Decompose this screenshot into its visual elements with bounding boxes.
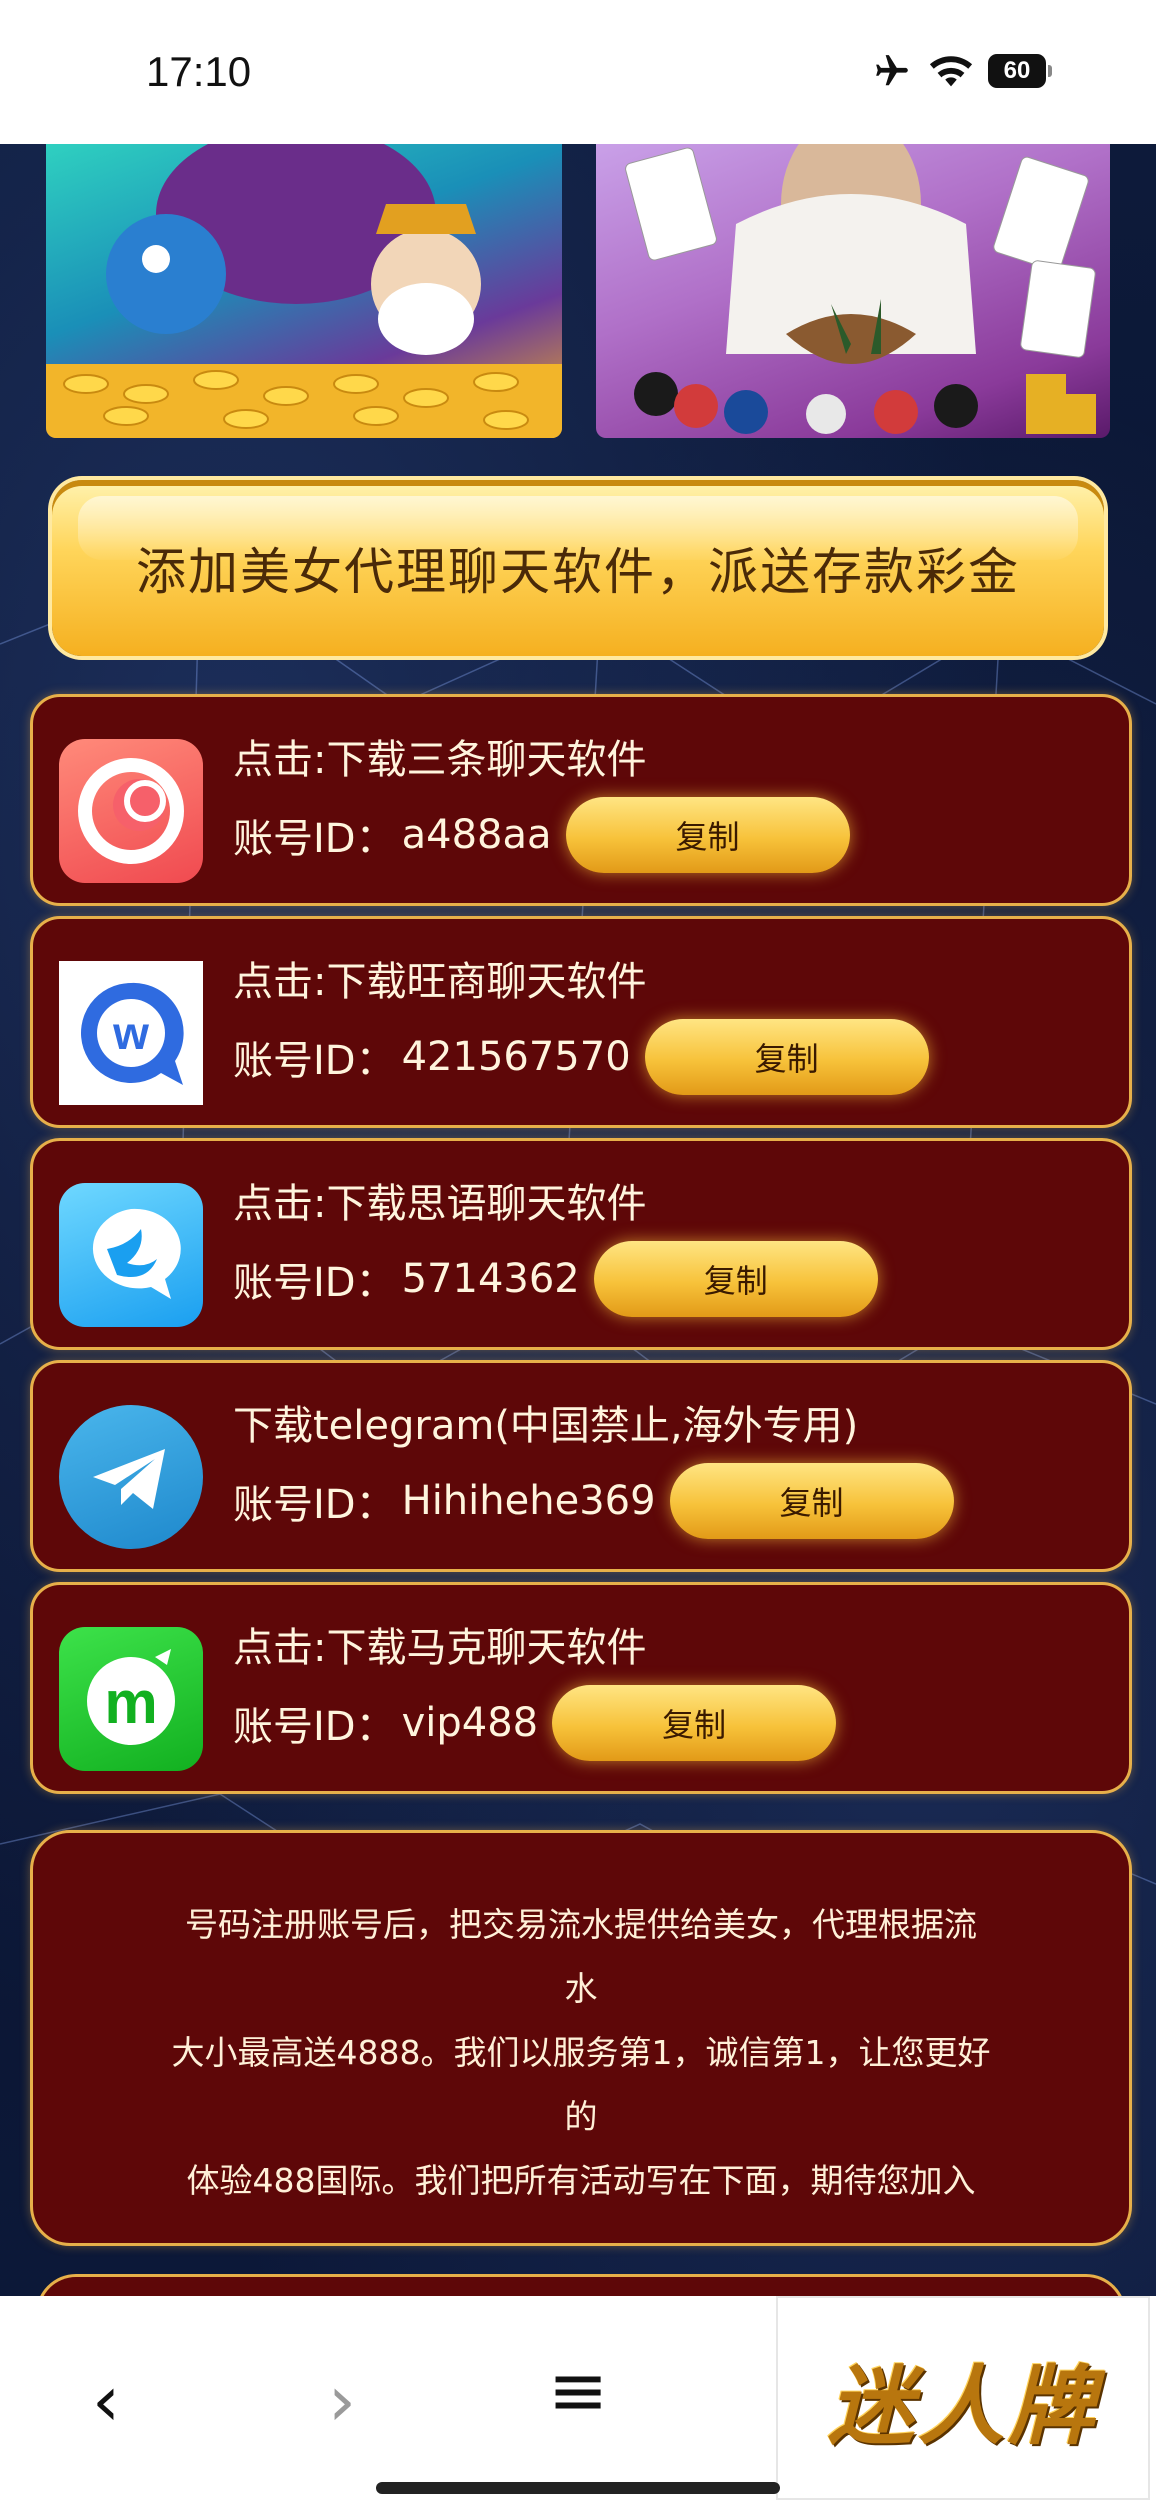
back-arrow-icon[interactable]: ‹ [92,2366,120,2436]
wifi-icon [929,56,973,87]
poker-game-artwork [625,144,1096,434]
app-card-make[interactable]: m 点击:下载马克聊天软件 账号ID： vip488 复制 [30,1582,1132,1794]
airplane-icon [876,55,908,86]
copy-button[interactable]: 复制 [669,1463,954,1539]
account-id-label: 账号ID： [233,1260,396,1306]
notice-line: 的 [564,2097,598,2136]
account-id-label: 账号ID： [233,816,396,862]
app-download-title[interactable]: 点击:下载思语聊天软件 [233,1171,646,1229]
menu-icon[interactable]: ≡ [548,2354,608,2426]
app-card-wangshang[interactable]: w 点击:下载旺商聊天软件 账号ID： 421567570 复制 [30,916,1132,1128]
copy-button[interactable]: 复制 [644,1019,929,1095]
browser-bottom-nav: ‹ › ≡ 迷人牌 [0,2296,1156,2510]
account-row: 账号ID： Hihihehe369 复制 [233,1463,954,1539]
notice-line: 体验488国际。我们把所有活动写在下面，期待您加入 [186,2161,976,2200]
wangshang-app-icon[interactable]: w [59,961,203,1105]
account-id-value: 5714362 [401,1256,580,1302]
app-download-title[interactable]: 下载telegram(中国禁止,海外专用) [233,1393,858,1451]
svg-text:w: w [112,1007,149,1059]
next-card-partial [36,2274,1126,2296]
app-download-title[interactable]: 点击:下载三条聊天软件 [233,727,646,785]
brand-logo-text: 迷人牌 [828,2355,1098,2457]
siyu-app-icon[interactable] [59,1183,203,1327]
game-banner-poker[interactable] [596,144,1110,438]
account-id-label: 账号ID： [233,1038,396,1084]
notice-text: 号码注册账号后，把交易流水提供给美女，代理根据流 水 大小最高送4888。我们以… [133,1893,1029,2213]
fishing-game-artwork [46,144,562,438]
brand-logo[interactable]: 迷人牌 [776,2296,1150,2500]
home-indicator[interactable] [376,2482,780,2494]
status-time: 17:10 [146,48,252,95]
promo-banner[interactable]: 添加美女代理聊天软件，派送存款彩金 [52,480,1104,656]
copy-button[interactable]: 复制 [593,1241,878,1317]
svg-text:m: m [104,1669,157,1736]
status-bar: 17:10 60 [0,0,1156,144]
status-icons: 60 [870,52,1052,90]
app-card-santiao[interactable]: 点击:下载三条聊天软件 账号ID： a488aa 复制 [30,694,1132,906]
app-card-telegram[interactable]: 下载telegram(中国禁止,海外专用) 账号ID： Hihihehe369 … [30,1360,1132,1572]
make-app-icon[interactable]: m [59,1627,203,1771]
account-id-value: a488aa [401,812,552,858]
santiao-app-icon[interactable] [59,739,203,883]
copy-button[interactable]: 复制 [565,797,850,873]
page-content[interactable]: 添加美女代理聊天软件，派送存款彩金 点击:下载三条聊天软件 账号ID： a488… [0,144,1156,2296]
account-id-value: vip488 [401,1700,539,1746]
notice-line: 大小最高送4888。我们以服务第1，诚信第1，让您更好 [171,2033,991,2072]
account-row: 账号ID： 5714362 复制 [233,1241,878,1317]
telegram-app-icon[interactable] [59,1405,203,1549]
game-banner-fishing[interactable] [46,144,562,438]
account-row: 账号ID： a488aa 复制 [233,797,850,873]
account-row: 账号ID： vip488 复制 [233,1685,837,1761]
account-id-value: 421567570 [401,1034,631,1080]
notice-line: 水 [564,1969,598,2008]
app-download-title[interactable]: 点击:下载马克聊天软件 [233,1615,646,1673]
copy-button[interactable]: 复制 [552,1685,837,1761]
account-id-value: Hihihehe369 [401,1478,656,1524]
app-download-title[interactable]: 点击:下载旺商聊天软件 [233,949,646,1007]
promo-text: 添加美女代理聊天软件，派送存款彩金 [136,543,1020,601]
account-row: 账号ID： 421567570 复制 [233,1019,929,1095]
app-card-siyu[interactable]: 点击:下载思语聊天软件 账号ID： 5714362 复制 [30,1138,1132,1350]
notice-card: 号码注册账号后，把交易流水提供给美女，代理根据流 水 大小最高送4888。我们以… [30,1830,1132,2246]
battery-icon: 60 [988,54,1052,88]
account-id-label: 账号ID： [233,1482,396,1528]
notice-line: 号码注册账号后，把交易流水提供给美女，代理根据流 [185,1905,977,1944]
forward-arrow-icon[interactable]: › [328,2366,356,2436]
account-id-label: 账号ID： [233,1704,396,1750]
